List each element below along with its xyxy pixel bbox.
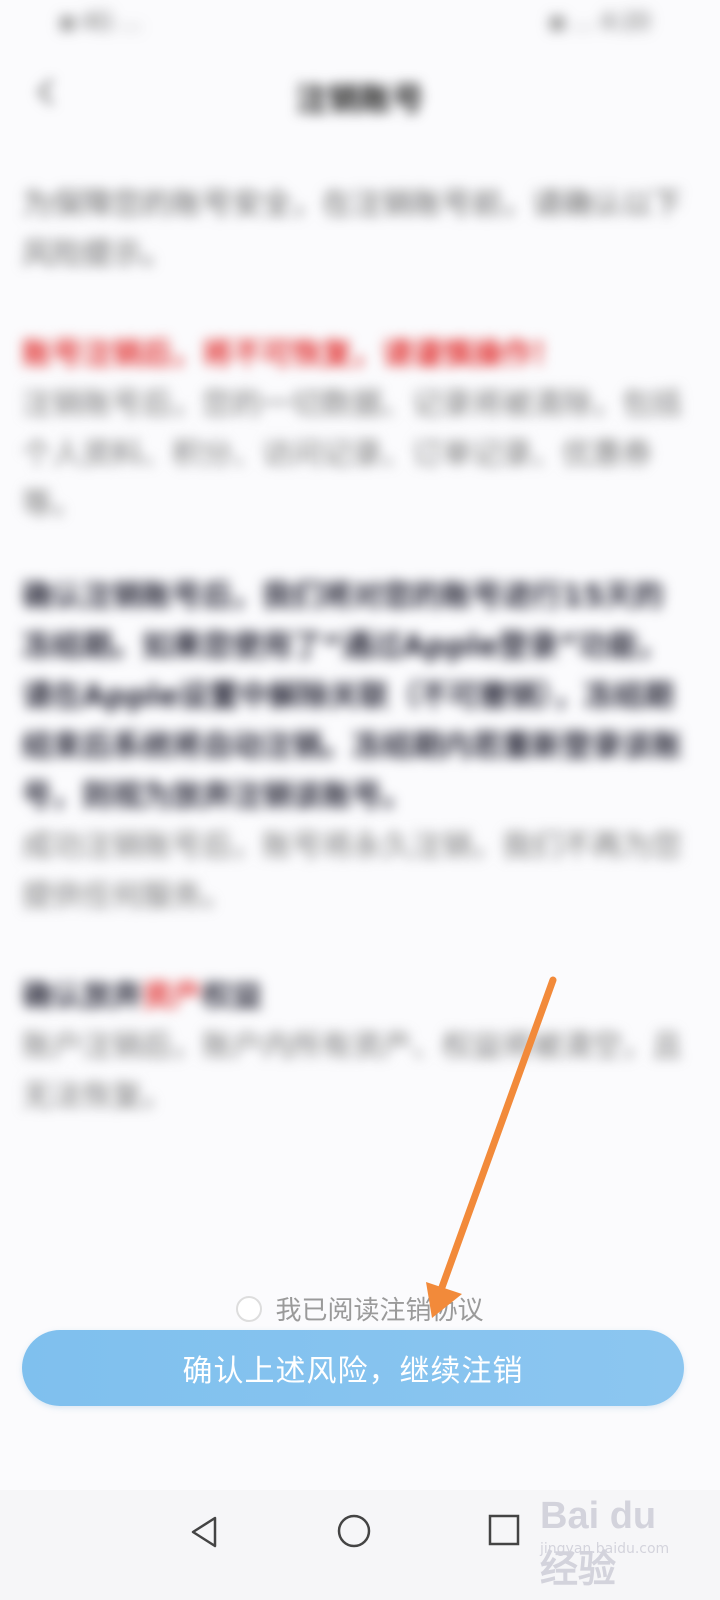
nav-back-icon[interactable] <box>185 1512 225 1552</box>
apple-notice: 确认注销账号后，我们将对您的账号进行15天的冻结期。如果您使用了“通过Apple… <box>22 579 682 814</box>
nav-bar: 注销账号 <box>0 60 720 130</box>
asset-heading-post: 权益 <box>202 979 262 1014</box>
intro-text: 为保障您的账号安全，在注销账号前，请确认以下风险提示。 <box>22 187 682 272</box>
confirm-cancel-account-button[interactable]: 确认上述风险，继续注销 <box>22 1330 684 1406</box>
asset-heading-pre: 确认放弃 <box>22 979 142 1014</box>
nav-recents-icon[interactable] <box>486 1512 522 1548</box>
asset-heading: 确认放弃资产权益 <box>22 972 682 1022</box>
agreement-label[interactable]: 我已阅读注销协议 <box>276 1296 484 1326</box>
completion-note: 成功注销账号后，账号将永久注销，我们不再为您提供任何服务。 <box>22 829 682 914</box>
asset-heading-highlight: 资产 <box>142 979 202 1014</box>
nav-home-icon[interactable] <box>334 1511 374 1551</box>
watermark-url: jingyan.baidu.com <box>540 1541 670 1557</box>
status-signal: ▪︎ 4G … <box>60 10 142 35</box>
content-area: 为保障您的账号安全，在注销账号前，请确认以下风险提示。 账号注销后，将不可恢复，… <box>22 180 682 1122</box>
status-bar: ▪︎ 4G … ▪︎ … 4:20 <box>0 0 720 50</box>
agreement-row[interactable]: 我已阅读注销协议 <box>0 1290 720 1330</box>
status-time: ▪︎ … 4:20 <box>549 10 650 35</box>
agreement-radio[interactable] <box>236 1295 263 1322</box>
confirm-button-label: 确认上述风险，继续注销 <box>182 1354 524 1389</box>
warning-title: 账号注销后，将不可恢复，请谨慎操作！ <box>22 337 562 372</box>
baidu-watermark-logo: Bai du 经验 jingyan.baidu.com <box>540 1495 680 1591</box>
warning-body: 注销账号后，您的一切数据、记录将被清除，包括个人资料、积分、访问记录、订单记录、… <box>22 387 682 522</box>
asset-body: 账户注销后，账户内所有资产、权益将被清空，且无法恢复。 <box>22 1029 682 1114</box>
page-title: 注销账号 <box>295 80 424 118</box>
